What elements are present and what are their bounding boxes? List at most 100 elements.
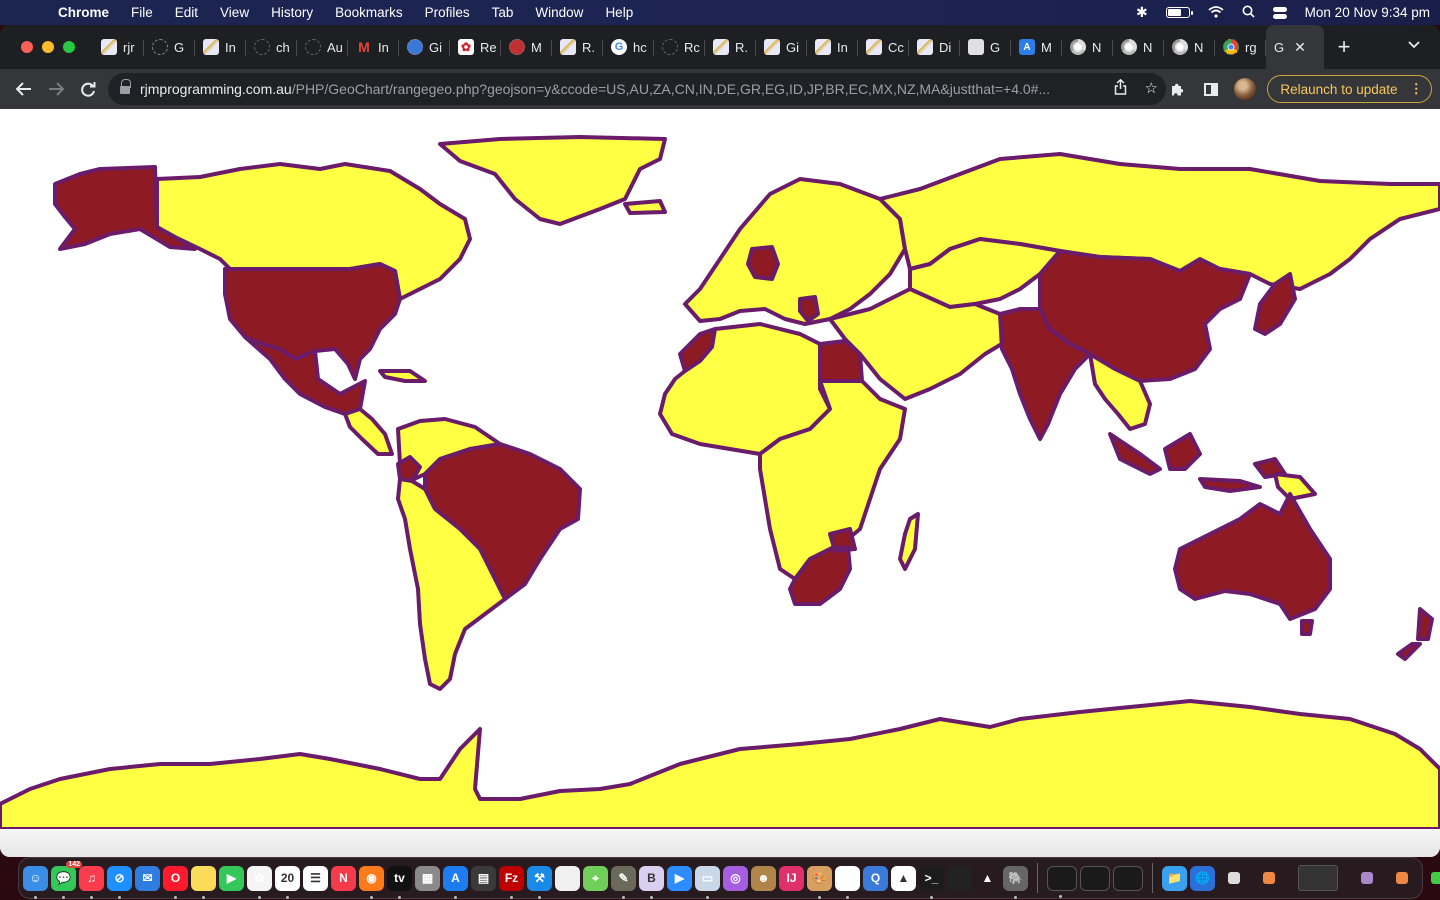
address-bar[interactable]: rjmprogramming.com.au/PHP/GeoChart/range… bbox=[108, 73, 1166, 105]
dock-app-store-icon[interactable]: A bbox=[443, 865, 468, 899]
lock-icon[interactable] bbox=[120, 79, 131, 94]
region-germany[interactable]: Germany bbox=[746, 245, 780, 281]
browser-tab[interactable]: M bbox=[501, 25, 552, 69]
browser-tab[interactable]: N bbox=[1062, 25, 1113, 69]
dock-minimized-window-thumbnail[interactable] bbox=[1361, 872, 1373, 884]
dock-music-icon[interactable]: ♫ bbox=[79, 865, 104, 899]
dock-podcasts-icon[interactable]: ◎ bbox=[723, 865, 748, 891]
browser-tab[interactable]: Ghc bbox=[603, 25, 654, 69]
dock-calendar-icon[interactable]: 20 bbox=[275, 865, 300, 899]
dock-quicktime-icon[interactable]: Q bbox=[863, 865, 888, 891]
browser-tab[interactable]: R. bbox=[552, 25, 603, 69]
region-japan[interactable]: Japan bbox=[1253, 272, 1297, 336]
reload-button[interactable] bbox=[72, 73, 104, 105]
star-icon[interactable]: ☆ bbox=[1145, 79, 1158, 99]
dock-news-icon[interactable]: N bbox=[331, 865, 356, 891]
url-text[interactable]: rjmprogramming.com.au/PHP/GeoChart/range… bbox=[140, 81, 1105, 97]
browser-tab[interactable]: Gi bbox=[399, 25, 450, 69]
spotlight-search-icon[interactable] bbox=[1242, 5, 1255, 21]
menu-edit[interactable]: Edit bbox=[164, 5, 209, 20]
browser-tab[interactable]: N bbox=[1164, 25, 1215, 69]
dock-terminal-window-2-icon[interactable] bbox=[1080, 865, 1110, 891]
dock-reminders-icon[interactable]: ☰ bbox=[303, 865, 328, 891]
dock-zoom-icon[interactable]: ▶ bbox=[667, 865, 692, 891]
dock-intellij-icon[interactable]: IJ bbox=[779, 865, 804, 891]
dock-calculator-icon[interactable]: ▤ bbox=[471, 865, 496, 891]
dock-notes-icon[interactable] bbox=[191, 865, 216, 899]
wifi-icon[interactable] bbox=[1208, 5, 1224, 21]
menu-app-name[interactable]: Chrome bbox=[56, 5, 120, 20]
new-tab-button[interactable]: + bbox=[1324, 34, 1364, 60]
browser-tab[interactable]: Di bbox=[909, 25, 960, 69]
dock-minimized-window-thumbnail[interactable] bbox=[1396, 872, 1408, 884]
region-new-zealand[interactable]: New Zealand bbox=[1396, 607, 1434, 661]
share-icon[interactable] bbox=[1114, 78, 1127, 99]
menu-history[interactable]: History bbox=[260, 5, 324, 20]
dock-terminal-window-3-icon[interactable] bbox=[1113, 865, 1143, 891]
dock-inkscape-icon[interactable]: ▲ bbox=[891, 865, 916, 891]
dock-libreoffice-icon[interactable] bbox=[555, 865, 580, 891]
dock-launchpad-icon[interactable]: ▦ bbox=[415, 865, 440, 891]
chevron-down-icon[interactable] bbox=[1408, 38, 1420, 52]
dock-apple-tv-icon[interactable]: tv bbox=[387, 865, 412, 899]
region-greece[interactable]: Greece bbox=[798, 295, 820, 323]
dock-minimized-window-thumbnail[interactable] bbox=[1431, 872, 1440, 884]
region-cuba[interactable]: Cuba bbox=[378, 369, 427, 383]
dock-xcode-icon[interactable]: ⚒ bbox=[527, 865, 552, 899]
menu-help[interactable]: Help bbox=[594, 5, 644, 20]
forward-button[interactable] bbox=[40, 73, 72, 105]
more-vertical-icon[interactable]: ⋮ bbox=[1410, 81, 1424, 97]
dock-messages-icon[interactable]: 💬 142 bbox=[51, 860, 82, 899]
region-indonesia[interactable]: Indonesia bbox=[1108, 432, 1287, 493]
dock-filezilla-icon[interactable]: Fz bbox=[499, 865, 524, 899]
browser-tab[interactable]: rjr bbox=[93, 25, 144, 69]
menu-profiles[interactable]: Profiles bbox=[414, 5, 481, 20]
dock-paintbrush-icon[interactable]: 🎨 bbox=[807, 865, 832, 899]
active-browser-tab[interactable]: G ✕ bbox=[1266, 25, 1324, 69]
menubar-clock[interactable]: Mon 20 Nov 9:34 pm bbox=[1305, 5, 1430, 20]
profile-button[interactable] bbox=[1233, 77, 1257, 101]
dock-terminal-icon[interactable]: >_ bbox=[919, 865, 944, 899]
browser-tab[interactable]: Au bbox=[297, 25, 348, 69]
browser-tab[interactable]: In bbox=[807, 25, 858, 69]
browser-tab[interactable]: rg bbox=[1215, 25, 1266, 69]
region-europe[interactable]: Europe bbox=[683, 177, 907, 326]
side-panel-button[interactable] bbox=[1199, 77, 1223, 101]
region-antarctica[interactable]: Antarctica bbox=[0, 699, 1440, 829]
browser-tab[interactable]: Gi bbox=[756, 25, 807, 69]
control-center-icon[interactable] bbox=[1272, 6, 1287, 19]
menu-file[interactable]: File bbox=[120, 5, 164, 20]
puzzle-piece-icon[interactable] bbox=[1165, 77, 1189, 101]
battery-charging-icon[interactable] bbox=[1165, 7, 1193, 18]
dock-terminal-window-1-icon[interactable] bbox=[1047, 865, 1077, 898]
back-button[interactable] bbox=[8, 73, 40, 105]
browser-tab[interactable]: In bbox=[195, 25, 246, 69]
browser-tab[interactable]: R. bbox=[705, 25, 756, 69]
window-close-button[interactable] bbox=[21, 41, 33, 53]
browser-tab[interactable]: AM bbox=[1011, 25, 1062, 69]
dock-firefox-icon[interactable]: ◉ bbox=[359, 865, 384, 899]
region-iceland[interactable]: Iceland bbox=[623, 199, 667, 215]
dock-mamp-icon[interactable]: 🐘 bbox=[1003, 865, 1028, 899]
browser-tab[interactable]: N bbox=[1113, 25, 1164, 69]
dock-maps-icon[interactable]: ⌖ bbox=[583, 865, 608, 891]
menu-tab[interactable]: Tab bbox=[481, 5, 525, 20]
region-madagascar[interactable]: Madagascar bbox=[898, 512, 920, 571]
dock-facetime-icon[interactable]: ▶ bbox=[219, 865, 244, 891]
dock-gimp-icon[interactable]: ✎ bbox=[611, 865, 636, 899]
relaunch-to-update-button[interactable]: Relaunch to update ⋮ bbox=[1267, 75, 1432, 103]
browser-tab[interactable]: Rc bbox=[654, 25, 705, 69]
window-maximize-button[interactable] bbox=[63, 41, 75, 53]
browser-tab[interactable]: ch bbox=[246, 25, 297, 69]
browser-tab[interactable]: ✿ Re bbox=[450, 25, 501, 69]
dock-opera-icon[interactable]: O bbox=[163, 865, 188, 899]
dock-minimized-window-thumbnail[interactable] bbox=[1263, 872, 1275, 884]
dock-downloads-folder-icon[interactable]: 📁 bbox=[1162, 865, 1187, 891]
dock-minimized-window-thumbnail[interactable] bbox=[1228, 872, 1240, 884]
dock-delta-app-icon[interactable]: ▲ bbox=[975, 866, 1000, 891]
dock-mail-icon[interactable]: ✉ bbox=[135, 865, 160, 891]
dock-contacts-icon[interactable]: ☻ bbox=[751, 865, 776, 891]
dock-network-globe-icon[interactable]: 🌐 bbox=[1190, 865, 1215, 891]
region-australia[interactable]: Australia bbox=[1173, 492, 1332, 636]
window-minimize-button[interactable] bbox=[42, 41, 54, 53]
